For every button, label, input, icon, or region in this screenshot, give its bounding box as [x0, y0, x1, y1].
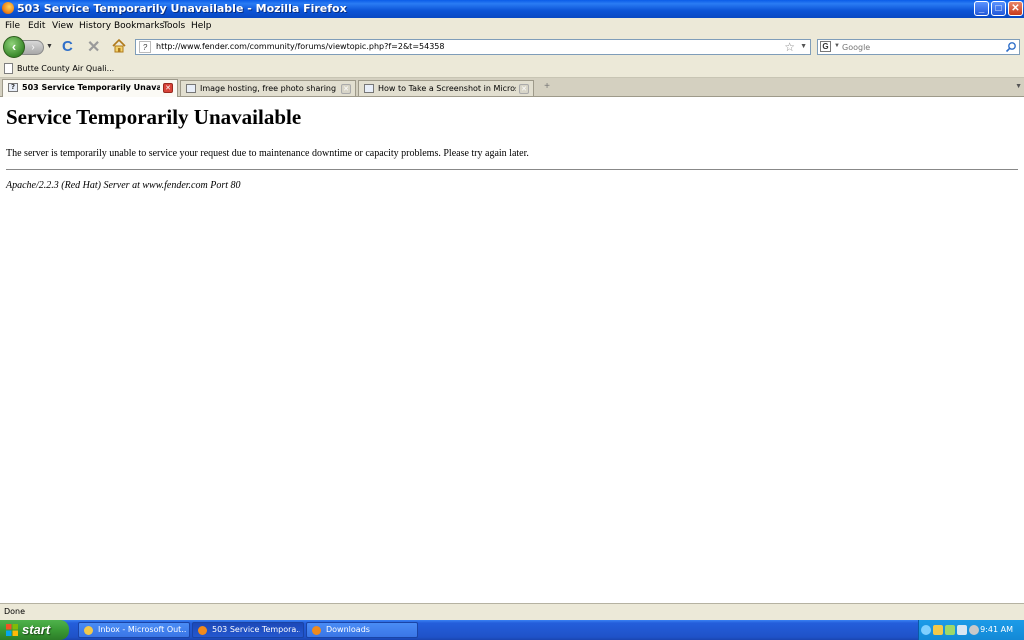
forward-button[interactable]: › — [22, 40, 44, 55]
address-bar[interactable]: ? http://www.fender.com/community/forums… — [135, 39, 811, 55]
stop-icon[interactable]: ✕ — [87, 37, 100, 57]
menu-tools[interactable]: Tools — [163, 21, 185, 31]
status-bar: Done — [0, 603, 1024, 620]
messenger-icon[interactable] — [933, 625, 943, 635]
windows-logo-icon — [6, 624, 18, 636]
outlook-icon — [84, 626, 93, 635]
error-message: The server is temporarily unable to serv… — [6, 148, 529, 159]
network-icon[interactable] — [921, 625, 931, 635]
site-identity-icon[interactable]: ? — [139, 41, 151, 53]
minimize-button[interactable]: _ — [974, 1, 989, 16]
page-icon — [4, 63, 13, 74]
site-identity-icon: ? — [8, 83, 18, 92]
engine-dropdown-icon[interactable]: ▼ — [834, 43, 840, 49]
taskbar-item-firefox[interactable]: 503 Service Tempora... — [192, 622, 304, 638]
menu-edit[interactable]: Edit — [28, 21, 45, 31]
close-button[interactable]: ✕ — [1008, 1, 1023, 16]
window-title: 503 Service Temporarily Unavailable - Mo… — [17, 2, 347, 15]
url-input[interactable]: http://www.fender.com/community/forums/v… — [156, 42, 444, 51]
navigation-toolbar: › ‹ ▼ C ✕ ? http://www.fender.com/commun… — [0, 34, 1024, 60]
divider — [6, 169, 1018, 170]
status-text: Done — [4, 607, 26, 616]
firefox-icon — [312, 626, 321, 635]
firefox-icon — [2, 2, 14, 14]
history-dropdown-icon[interactable]: ▼ — [46, 43, 53, 50]
tab-image-hosting[interactable]: Image hosting, free photo sharing & vi..… — [180, 80, 356, 96]
start-button[interactable]: start — [0, 620, 69, 640]
volume-icon[interactable] — [969, 625, 979, 635]
taskbar-item-label: Downloads — [326, 625, 370, 634]
taskbar: start Inbox - Microsoft Out... 503 Servi… — [0, 620, 1024, 640]
bookmark-item[interactable]: Butte County Air Quali... — [17, 64, 114, 73]
url-dropdown-icon[interactable]: ▼ — [800, 43, 807, 50]
taskbar-item-downloads[interactable]: Downloads — [306, 622, 418, 638]
system-tray: 9:41 AM — [918, 620, 1024, 640]
menu-file[interactable]: File — [5, 21, 20, 31]
menu-bar: File Edit View History Bookmarks Tools H… — [0, 18, 1024, 34]
reload-icon[interactable]: C — [62, 38, 73, 55]
page-site-icon — [364, 84, 374, 93]
maximize-button[interactable]: □ — [991, 1, 1006, 16]
home-icon[interactable] — [111, 38, 127, 54]
page-title: Service Temporarily Unavailable — [6, 105, 302, 129]
new-tab-button[interactable]: + — [538, 80, 556, 96]
tab-503-service[interactable]: ? 503 Service Temporarily Unavail... ✕ — [2, 79, 178, 97]
clock: 9:41 AM — [980, 625, 1013, 634]
tab-label: How to Take a Screenshot in Microsoft ..… — [378, 84, 516, 93]
bookmarks-toolbar: Butte County Air Quali... — [0, 60, 1024, 78]
menu-history[interactable]: History — [79, 21, 111, 31]
taskbar-item-outlook[interactable]: Inbox - Microsoft Out... — [78, 622, 190, 638]
tab-close-icon[interactable]: ✕ — [519, 84, 529, 94]
menu-bookmarks[interactable]: Bookmarks — [114, 21, 164, 31]
tab-label: 503 Service Temporarily Unavail... — [22, 83, 160, 92]
google-engine-icon[interactable]: G — [820, 41, 831, 52]
device-icon[interactable] — [957, 625, 967, 635]
bookmark-star-icon[interactable]: ☆ — [784, 40, 795, 54]
security-icon[interactable] — [945, 625, 955, 635]
menu-help[interactable]: Help — [191, 21, 212, 31]
tab-screenshot-howto[interactable]: How to Take a Screenshot in Microsoft ..… — [358, 80, 534, 96]
start-label: start — [22, 622, 51, 637]
firefox-icon — [198, 626, 207, 635]
taskbar-item-label: 503 Service Tempora... — [212, 625, 300, 634]
tab-label: Image hosting, free photo sharing & vi..… — [200, 84, 338, 93]
tab-close-icon[interactable]: ✕ — [341, 84, 351, 94]
page-content: Service Temporarily Unavailable The serv… — [0, 97, 1024, 603]
tab-close-icon[interactable]: ✕ — [163, 83, 173, 93]
search-bar[interactable]: G ▼ — [817, 39, 1020, 55]
search-magnifier-icon[interactable] — [1005, 41, 1017, 53]
tab-strip: ? 503 Service Temporarily Unavail... ✕ I… — [0, 78, 1024, 97]
server-signature: Apache/2.2.3 (Red Hat) Server at www.fen… — [6, 180, 241, 191]
tab-list-dropdown-icon[interactable]: ▼ — [1015, 83, 1022, 90]
search-input[interactable] — [842, 41, 1002, 53]
back-button[interactable]: ‹ — [3, 36, 25, 58]
taskbar-item-label: Inbox - Microsoft Out... — [98, 625, 186, 634]
window-titlebar[interactable]: 503 Service Temporarily Unavailable - Mo… — [0, 0, 1024, 18]
menu-view[interactable]: View — [52, 21, 73, 31]
image-site-icon — [186, 84, 196, 93]
